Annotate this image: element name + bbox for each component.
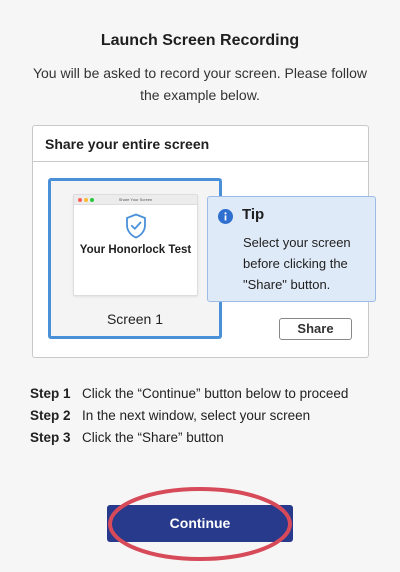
preview-window-title: Share Your Screen [118,197,153,202]
screen-preview-window: Share Your Screen Your Honorlock Test [73,194,198,296]
tip-body: Select your screen before clicking the "… [243,235,351,292]
page-title: Launch Screen Recording [100,32,300,49]
tip-title: Tip [242,206,265,223]
share-button: Share [279,318,352,340]
step-number: Step 1 [30,386,71,401]
step-text: Click the “Continue” button below to pro… [82,386,349,401]
step-1: Step 1 Click the “Continue” button below… [30,383,380,405]
step-number: Step 2 [30,408,71,423]
continue-button[interactable]: Continue [107,505,293,542]
example-panel-heading: Share your entire screen [33,126,368,162]
step-text: In the next window, select your screen [82,408,311,423]
info-icon [218,209,233,224]
preview-window-heading: Your Honorlock Test [79,244,192,256]
step-2: Step 2 In the next window, select your s… [30,405,380,427]
preview-titlebar: Share Your Screen [74,195,197,205]
screen-option-card: Share Your Screen Your Honorlock Test Sc… [48,178,222,339]
shield-check-icon [126,213,146,239]
step-text: Click the “Share” button [82,430,224,445]
page-subtitle: You will be asked to record your screen.… [32,65,368,103]
step-3: Step 3 Click the “Share” button [30,427,380,449]
step-number: Step 3 [30,430,71,445]
screen-label: Screen 1 [106,311,164,327]
instruction-steps: Step 1 Click the “Continue” button below… [30,383,380,449]
tip-callout: Tip Select your screen before clicking t… [207,196,376,302]
launch-screen-recording-page: Launch Screen Recording You will be aske… [0,0,400,572]
